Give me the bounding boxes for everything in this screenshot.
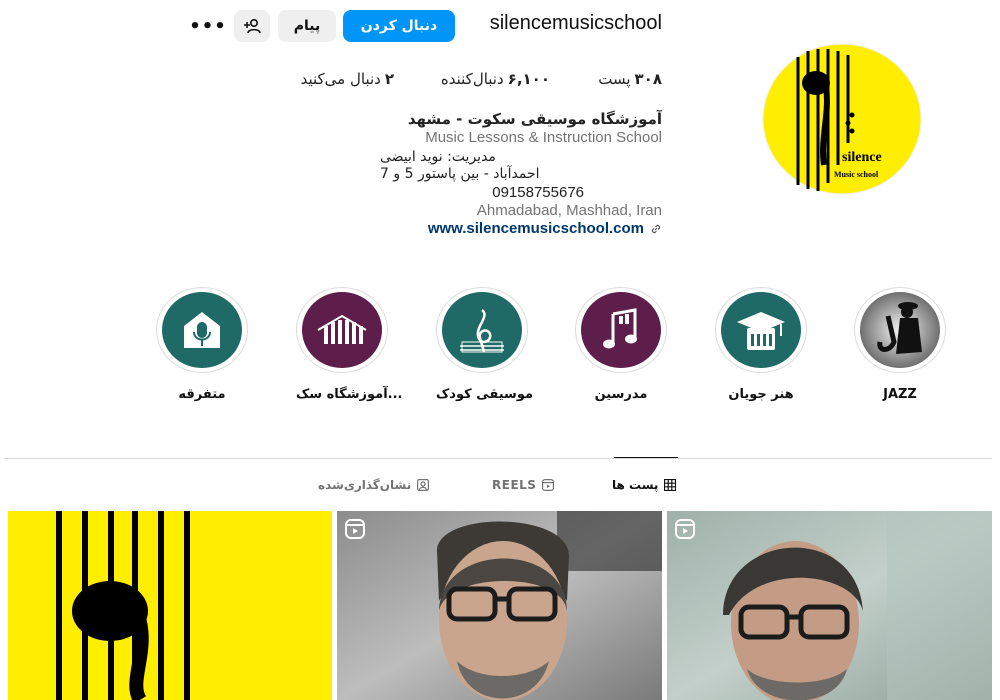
highlight-school[interactable]: آموزشگاه سک...	[296, 287, 403, 402]
bio-location: Ahmadabad, Mashhad, Iran	[476, 202, 662, 219]
bio-website-link[interactable]: www.silencemusicschool.com	[380, 220, 662, 238]
reels-icon	[542, 479, 555, 491]
website-url[interactable]: www.silencemusicschool.com	[428, 220, 644, 238]
followers-stat[interactable]: ۶,۱۰۰ دنبال‌کننده	[400, 70, 550, 92]
post-thumbnail-logo[interactable]	[8, 511, 332, 700]
add-person-icon	[244, 18, 261, 34]
posts-label: پست	[598, 70, 631, 88]
following-label: دنبال می‌کنید	[300, 70, 381, 88]
tabs-divider	[4, 458, 992, 459]
avatar-brand: silence	[842, 150, 882, 165]
tab-tagged[interactable]: نشان‌گذاری‌شده	[318, 476, 430, 494]
highlight-label: آموزشگاه سک...	[296, 387, 403, 402]
posts-count: ۳۰۸	[634, 70, 662, 88]
bio-phone: 09158755676	[492, 184, 584, 201]
suggested-users-button[interactable]	[234, 10, 270, 42]
reel-indicator-icon	[345, 519, 365, 539]
highlight-teachers[interactable]: مدرسین	[575, 287, 667, 402]
bio-address: احمدآباد - بین پاستور 5 و 7	[380, 166, 540, 182]
highlight-label: متفرقه	[178, 387, 226, 402]
tab-posts-label: پست ها	[612, 478, 659, 492]
graduation-piano-icon	[737, 312, 785, 350]
microphone-house-icon	[184, 312, 220, 348]
highlight-students[interactable]: هنر جویان	[715, 287, 807, 402]
music-note-icon	[603, 308, 637, 349]
tab-tagged-label: نشان‌گذاری‌شده	[318, 478, 412, 492]
highlight-kids-music[interactable]: موسیقی کودک	[436, 287, 534, 402]
link-icon	[651, 224, 661, 234]
avatar-subtitle: Music school	[834, 170, 879, 179]
following-count: ۲	[384, 70, 394, 88]
active-tab-indicator	[614, 457, 678, 458]
saxophone-icon	[860, 292, 940, 368]
grid-icon	[664, 479, 677, 491]
more-options-button[interactable]: •••	[189, 14, 226, 38]
treble-clef-icon	[460, 309, 504, 353]
highlight-jazz[interactable]: JAZZ	[854, 287, 946, 402]
followers-label: دنبال‌کننده	[440, 70, 504, 88]
highlight-label: هنر جویان	[728, 387, 794, 402]
posts-stat: ۳۰۸ پست	[560, 70, 662, 92]
followers-count: ۶,۱۰۰	[507, 70, 550, 88]
follow-button[interactable]: دنبال کردن	[343, 10, 455, 42]
profile-avatar[interactable]: silence Music school	[762, 43, 922, 195]
post-thumbnail-reel[interactable]	[667, 511, 992, 700]
bio-name: آموزشگاه موسیقی سکوت - مشهد	[407, 110, 662, 128]
following-stat[interactable]: ۲ دنبال می‌کنید	[270, 70, 394, 92]
highlight-label: مدرسین	[594, 387, 648, 402]
highlight-label: JAZZ	[883, 387, 917, 402]
piano-keys-icon	[317, 314, 367, 344]
bio-category: Music Lessons & Instruction School	[425, 129, 662, 146]
tab-reels[interactable]: REELS	[492, 476, 555, 494]
highlight-label: موسیقی کودک	[436, 387, 534, 402]
reel-indicator-icon	[675, 519, 695, 539]
highlight-misc[interactable]: متفرقه	[156, 287, 248, 402]
tab-reels-label: REELS	[492, 478, 537, 492]
tab-posts[interactable]: پست ها	[612, 476, 677, 494]
bio-manager: مدیریت: نوید ابیضی	[380, 149, 496, 165]
profile-username: silencemusicschool	[489, 12, 662, 34]
post-thumbnail-reel[interactable]	[337, 511, 662, 700]
message-button[interactable]: پیام	[278, 10, 336, 42]
tagged-user-icon	[417, 479, 430, 491]
